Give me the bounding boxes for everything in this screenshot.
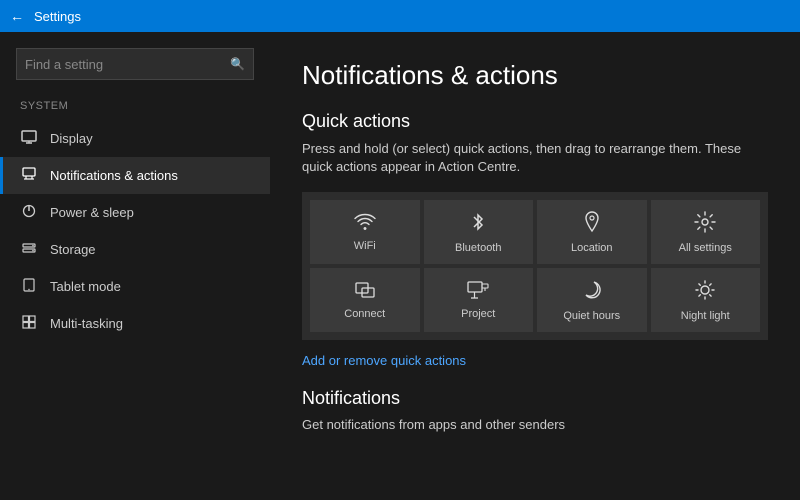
- allsettings-icon: [694, 211, 716, 238]
- search-input[interactable]: [25, 57, 230, 72]
- night-light-icon: [694, 279, 716, 306]
- page-title: Notifications & actions: [302, 60, 768, 91]
- notifications-desc: Get notifications from apps and other se…: [302, 417, 768, 432]
- search-box[interactable]: 🔍: [16, 48, 254, 80]
- tile-connect-label: Connect: [344, 308, 385, 320]
- tile-connect[interactable]: Connect: [310, 268, 420, 332]
- sidebar-item-display-label: Display: [50, 131, 93, 146]
- power-icon: [20, 204, 38, 221]
- project-icon: [467, 281, 489, 304]
- title-bar-title: Settings: [34, 9, 81, 24]
- sidebar-item-power[interactable]: Power & sleep: [0, 194, 270, 231]
- tile-allsettings-label: All settings: [679, 242, 732, 254]
- sidebar-item-storage-label: Storage: [50, 242, 96, 257]
- notifications-title: Notifications: [302, 388, 768, 409]
- quick-actions-grid: WiFi Bluetooth Locati: [302, 192, 768, 340]
- quiet-hours-icon: [581, 279, 603, 306]
- sidebar-item-notifications-label: Notifications & actions: [50, 168, 178, 183]
- sidebar-item-display[interactable]: Display: [0, 120, 270, 157]
- tile-bluetooth-label: Bluetooth: [455, 242, 501, 254]
- sidebar-item-tablet[interactable]: Tablet mode: [0, 268, 270, 305]
- location-icon: [583, 211, 601, 238]
- sidebar-item-notifications[interactable]: Notifications & actions: [0, 157, 270, 194]
- sidebar-section-title: System: [0, 96, 270, 120]
- tile-project-label: Project: [461, 308, 495, 320]
- sidebar: 🔍 System Display Notifications & actions…: [0, 32, 270, 500]
- quick-actions-title: Quick actions: [302, 111, 768, 132]
- display-icon: [20, 130, 38, 147]
- sidebar-item-multitasking-label: Multi-tasking: [50, 316, 123, 331]
- sidebar-item-power-label: Power & sleep: [50, 205, 134, 220]
- connect-icon: [354, 281, 376, 304]
- sidebar-item-storage[interactable]: Storage: [0, 231, 270, 268]
- quick-actions-desc: Press and hold (or select) quick actions…: [302, 140, 768, 176]
- sidebar-item-multitasking[interactable]: Multi-tasking: [0, 305, 270, 342]
- tile-nightlight-label: Night light: [681, 310, 730, 322]
- main-layout: 🔍 System Display Notifications & actions…: [0, 32, 800, 500]
- content-area: Notifications & actions Quick actions Pr…: [270, 32, 800, 500]
- bluetooth-icon: [470, 211, 486, 238]
- tile-allsettings[interactable]: All settings: [651, 200, 761, 264]
- tile-location-label: Location: [571, 242, 613, 254]
- tile-location[interactable]: Location: [537, 200, 647, 264]
- multitasking-icon: [20, 315, 38, 332]
- tile-nightlight[interactable]: Night light: [651, 268, 761, 332]
- back-button[interactable]: ←: [10, 8, 24, 24]
- add-remove-link[interactable]: Add or remove quick actions: [302, 353, 466, 368]
- notifications-icon: [20, 167, 38, 184]
- sidebar-item-tablet-label: Tablet mode: [50, 279, 121, 294]
- tile-quiet-label: Quiet hours: [563, 310, 620, 322]
- tile-wifi[interactable]: WiFi: [310, 200, 420, 264]
- tile-quiet[interactable]: Quiet hours: [537, 268, 647, 332]
- tile-project[interactable]: Project: [424, 268, 534, 332]
- title-bar: ← Settings: [0, 0, 800, 32]
- tablet-icon: [20, 278, 38, 295]
- search-icon: 🔍: [230, 57, 245, 71]
- tile-bluetooth[interactable]: Bluetooth: [424, 200, 534, 264]
- wifi-icon: [354, 213, 376, 236]
- storage-icon: [20, 241, 38, 258]
- tile-wifi-label: WiFi: [354, 240, 376, 252]
